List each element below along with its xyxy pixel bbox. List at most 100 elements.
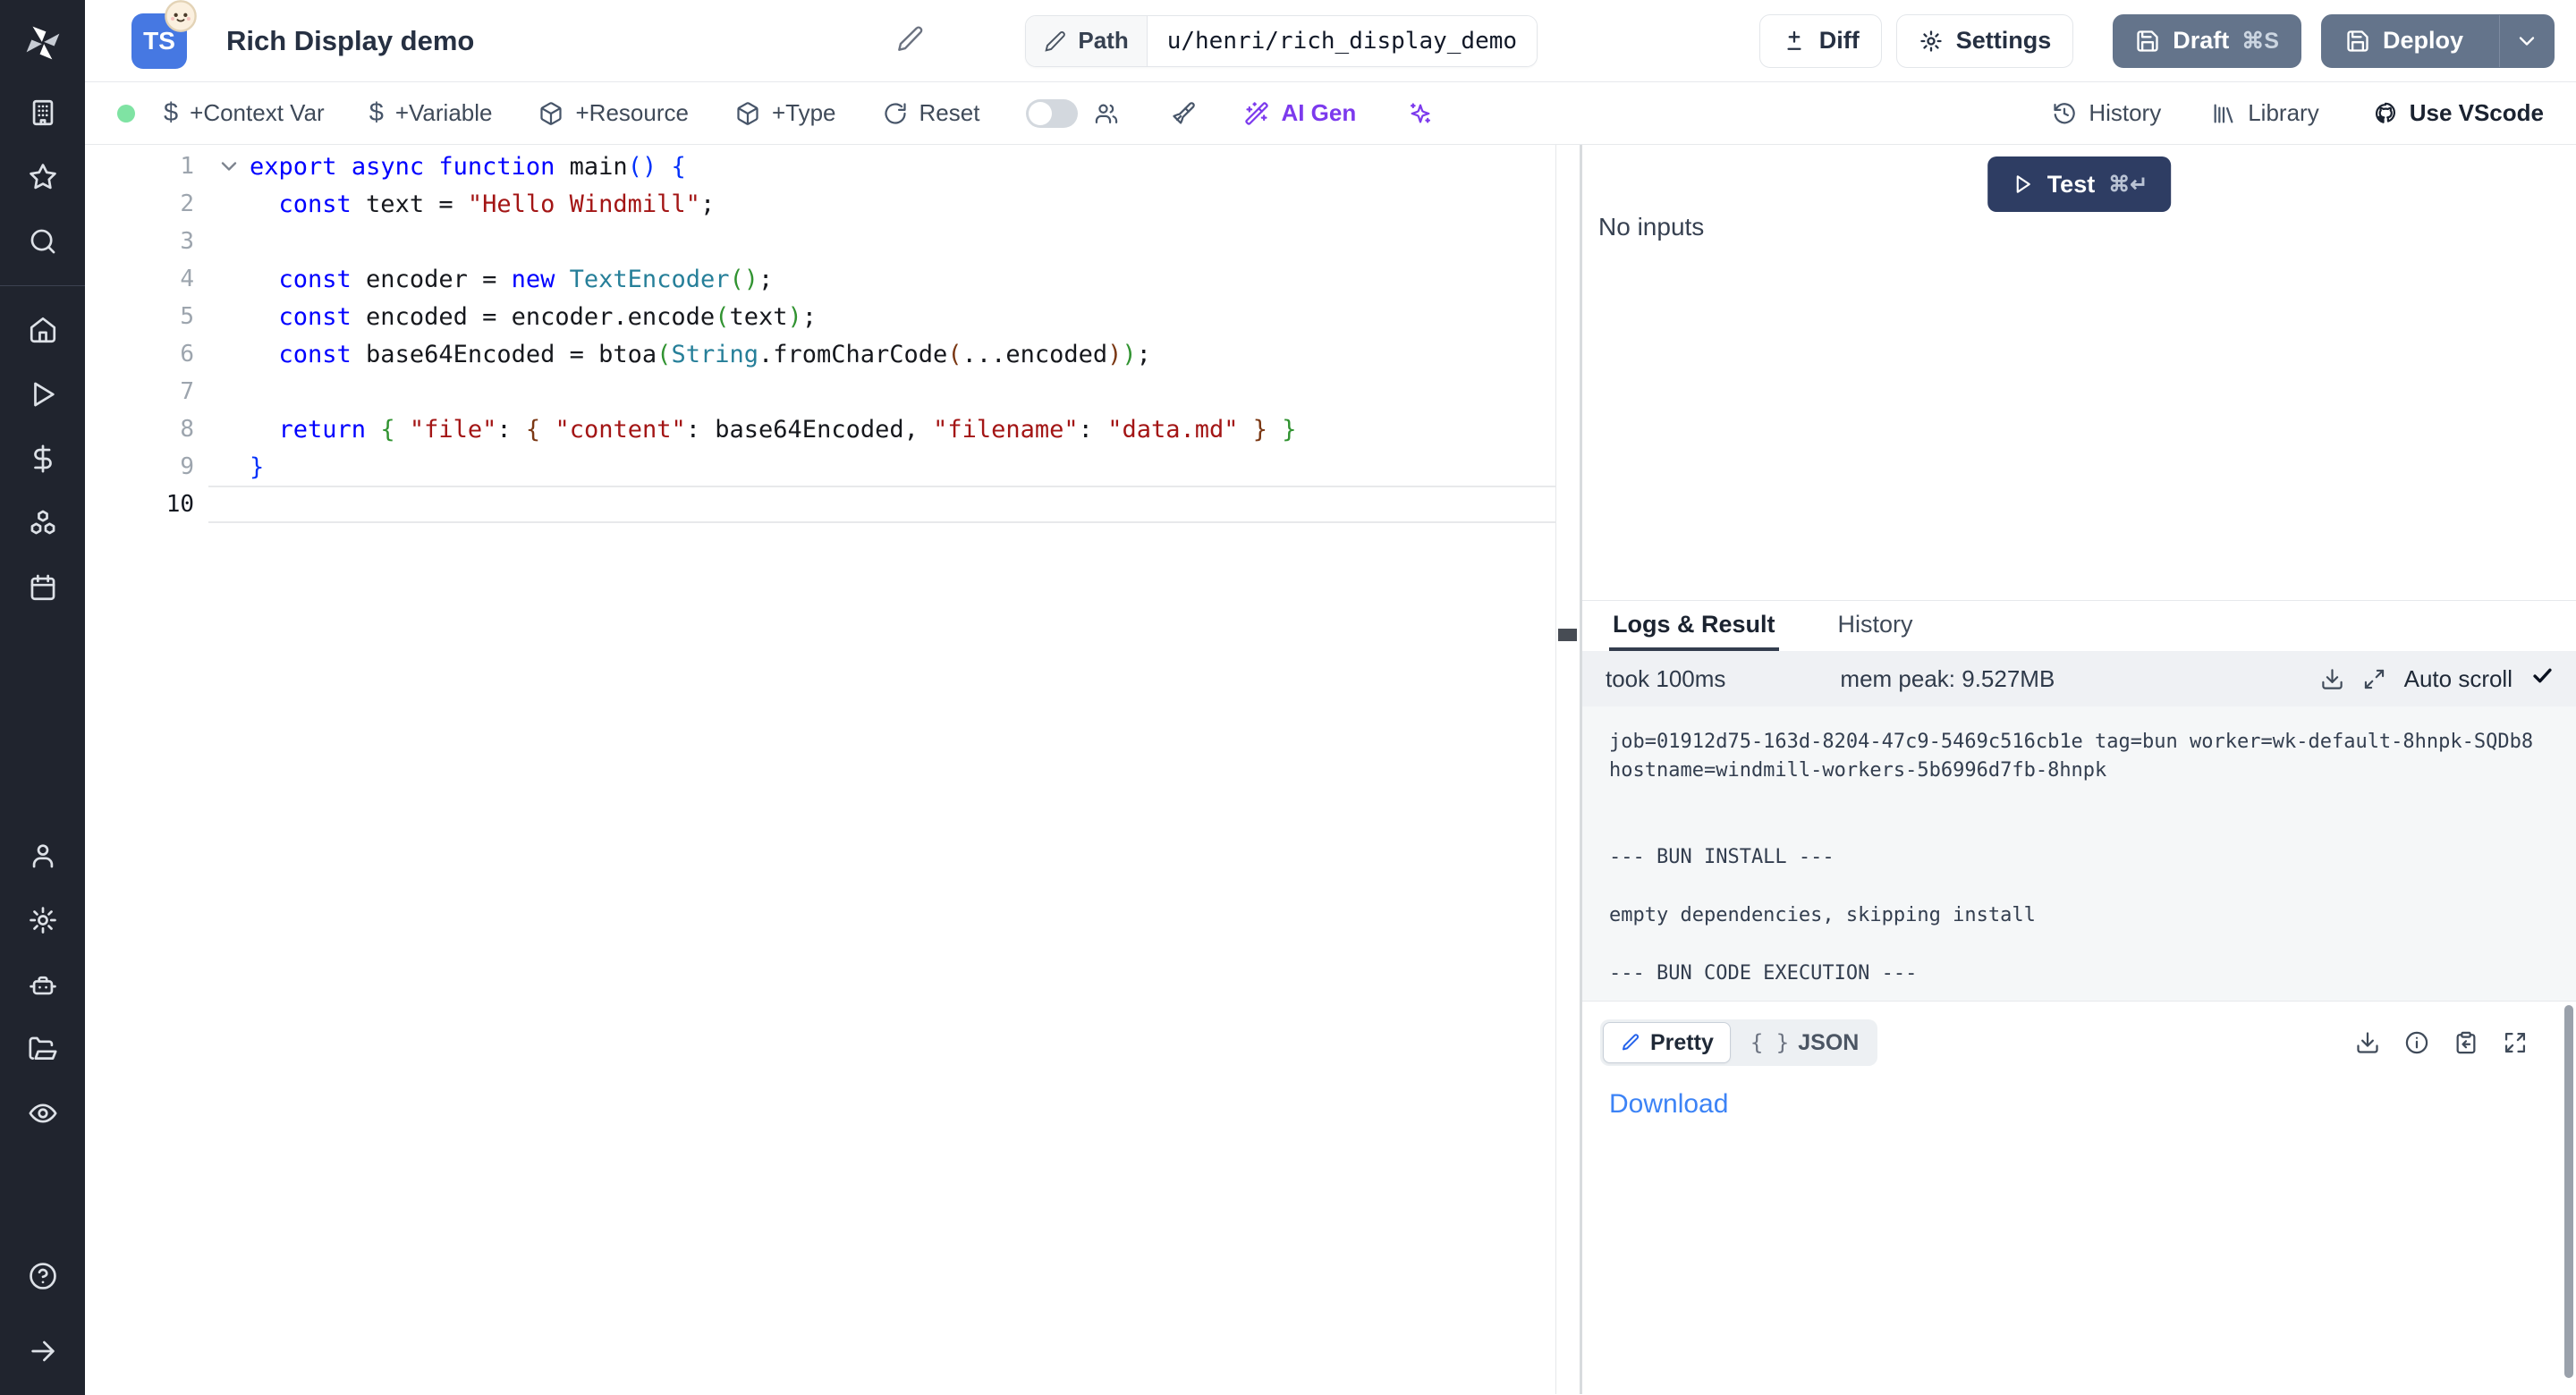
code-text: const base64Encoded = btoa(String.fromCh… [250, 341, 1151, 368]
deploy-dropdown-chevron[interactable] [2499, 15, 2554, 67]
format-brush-icon[interactable] [1171, 101, 1196, 126]
line-number: 6 [85, 341, 208, 368]
help-icon[interactable] [0, 1248, 85, 1304]
job-logs[interactable]: job=01912d75-163d-8204-47c9-5469c516cb1e… [1582, 706, 2576, 1002]
diff-mode-toggle[interactable] [1026, 99, 1078, 128]
library-button[interactable]: Library [2211, 99, 2318, 127]
magic-wand-icon [1244, 101, 1269, 126]
expand-sidebar-arrow-icon[interactable] [0, 1323, 85, 1379]
history-button[interactable]: History [2052, 99, 2161, 127]
result-section: Pretty { } JSON [1582, 1002, 2576, 1394]
code-line-5[interactable]: 5 const encoded = encoder.encode(text); [85, 298, 1580, 335]
audit-eye-icon[interactable] [0, 1086, 85, 1141]
code-line-6[interactable]: 6 const base64Encoded = btoa(String.from… [85, 335, 1580, 373]
autoscroll-label[interactable]: Auto scroll [2404, 665, 2512, 693]
settings-button[interactable]: Settings [1896, 14, 2074, 68]
path-value: u/henri/rich_display_demo [1148, 16, 1537, 66]
chevron-down-icon [2514, 29, 2539, 54]
expand-logs-icon[interactable] [2362, 667, 2386, 691]
tab-logs-and-result[interactable]: Logs & Result [1609, 601, 1779, 651]
tab-history[interactable]: History [1835, 601, 1917, 651]
fold-chevron-icon[interactable] [208, 154, 250, 179]
code-line-3[interactable]: 3 [85, 223, 1580, 260]
code-text: const encoded = encoder.encode(text); [250, 303, 817, 331]
package-icon [735, 101, 760, 126]
overview-ruler-cursor-marker [1558, 629, 1577, 641]
history-clock-icon [2052, 101, 2077, 126]
line-number: 8 [85, 416, 208, 443]
diff-button[interactable]: Diff [1759, 14, 1882, 68]
settings-gear-icon[interactable] [0, 892, 85, 948]
download-result-icon[interactable] [2355, 1030, 2380, 1055]
ai-sparkles-icon[interactable] [1408, 101, 1433, 126]
search-icon[interactable] [0, 214, 85, 269]
pretty-view-button[interactable]: Pretty [1603, 1022, 1731, 1063]
home-icon[interactable] [0, 302, 85, 358]
runs-play-icon[interactable] [0, 367, 85, 422]
code-line-1[interactable]: 1export async function main() { [85, 148, 1580, 185]
gear-icon [1919, 29, 1944, 54]
user-icon[interactable] [0, 828, 85, 884]
test-run-button[interactable]: Test ⌘↵ [1987, 156, 2172, 212]
code-line-9[interactable]: 9} [85, 448, 1580, 486]
no-inputs-label: No inputs [1598, 213, 1704, 241]
line-number: 1 [85, 153, 208, 180]
path-label: Path [1026, 16, 1147, 66]
library-icon [2211, 101, 2236, 126]
run-duration: took 100ms [1606, 665, 1725, 693]
line-number: 4 [85, 266, 208, 292]
draft-button[interactable]: Draft ⌘S [2113, 14, 2301, 68]
add-variable-button[interactable]: $ +Variable [369, 98, 493, 128]
info-icon[interactable] [2404, 1030, 2429, 1055]
windmill-logo-icon[interactable] [0, 0, 85, 85]
sidebar-divider [0, 285, 85, 286]
code-line-10[interactable]: 10 [85, 486, 1580, 523]
line-number: 9 [85, 453, 208, 480]
line-number: 5 [85, 303, 208, 330]
favorites-star-icon[interactable] [0, 149, 85, 205]
page-title: Rich Display demo [226, 25, 474, 57]
reset-button[interactable]: Reset [883, 99, 980, 127]
code-line-8[interactable]: 8 return { "file": { "content": base64En… [85, 410, 1580, 448]
download-result-link[interactable]: Download [1609, 1089, 1728, 1120]
result-scrollbar[interactable] [2564, 1005, 2573, 1378]
braces-icon: { } [1750, 1030, 1789, 1055]
code-line-2[interactable]: 2 const text = "Hello Windmill"; [85, 185, 1580, 223]
code-line-7[interactable]: 7 [85, 373, 1580, 410]
users-icon [1094, 101, 1119, 126]
dollar-icon: $ [369, 98, 384, 128]
json-view-button[interactable]: { } JSON [1734, 1022, 1875, 1063]
maximize-result-icon[interactable] [2503, 1030, 2528, 1055]
code-editor[interactable]: 1export async function main() {2 const t… [85, 145, 1580, 1394]
workspace-building-icon[interactable] [0, 85, 85, 140]
diff-icon [1782, 29, 1807, 54]
paintbrush-icon [1171, 101, 1196, 126]
add-resource-button[interactable]: +Resource [538, 99, 688, 127]
edit-summary-pencil-icon[interactable] [896, 24, 925, 57]
draft-shortcut: ⌘S [2241, 28, 2279, 55]
download-logs-icon[interactable] [2320, 667, 2344, 691]
resources-boxes-icon[interactable] [0, 495, 85, 551]
bun-runtime-icon [164, 0, 198, 33]
add-context-var-button[interactable]: $ +Context Var [164, 98, 325, 128]
path-field[interactable]: Path u/henri/rich_display_demo [1025, 15, 1538, 67]
folders-icon[interactable] [0, 1021, 85, 1077]
vscode-cat-icon [2373, 101, 2398, 126]
ai-gen-button[interactable]: AI Gen [1244, 99, 1356, 127]
sidebar [0, 0, 85, 1395]
result-view-switch: Pretty { } JSON [1600, 1019, 1877, 1066]
header: TS Rich Display demo Path u/henri/rich_d… [85, 0, 2576, 82]
collaboration-users-icon[interactable] [1094, 101, 1119, 126]
windmill-script-editor: TS Rich Display demo Path u/henri/rich_d… [0, 0, 2576, 1395]
workers-bot-icon[interactable] [0, 957, 85, 1012]
use-vscode-button[interactable]: Use VScode [2373, 99, 2544, 127]
code-line-4[interactable]: 4 const encoder = new TextEncoder(); [85, 260, 1580, 298]
variables-dollar-icon[interactable] [0, 431, 85, 486]
autoscroll-checkmark-icon[interactable] [2530, 664, 2555, 694]
add-type-button[interactable]: +Type [735, 99, 836, 127]
clipboard-copy-icon[interactable] [2453, 1030, 2479, 1055]
schedules-calendar-icon[interactable] [0, 560, 85, 615]
deploy-button[interactable]: Deploy [2321, 14, 2555, 68]
test-shortcut: ⌘↵ [2108, 172, 2148, 198]
editor-toolbar: $ +Context Var $ +Variable +Resource +Ty… [85, 82, 2576, 145]
